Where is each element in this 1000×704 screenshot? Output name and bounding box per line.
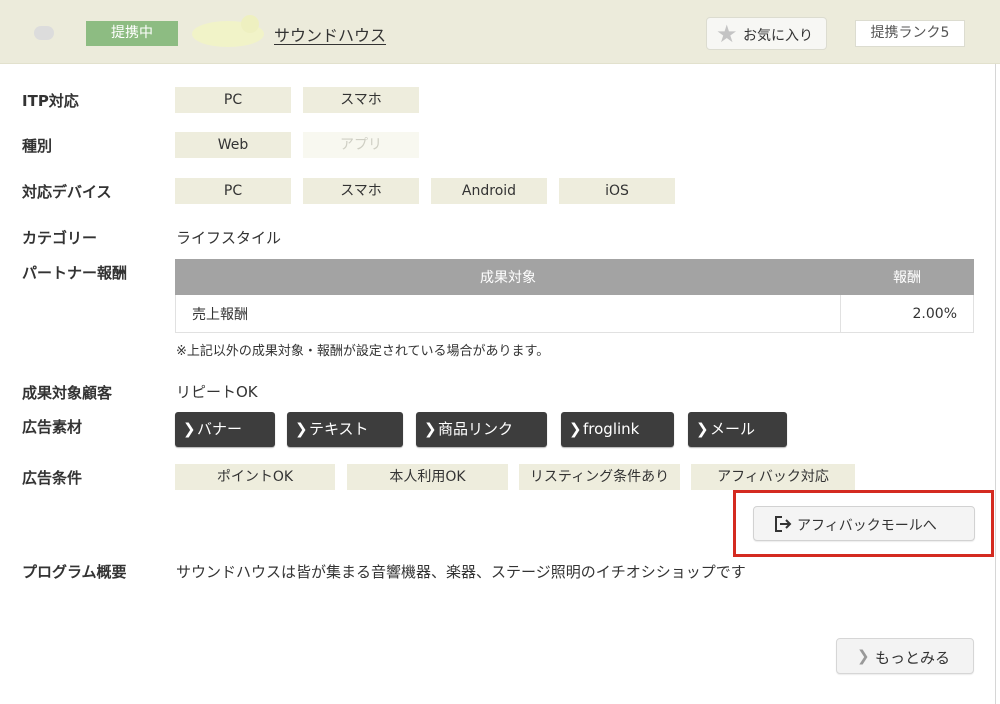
program-header: 提携中 サウンドハウス ★ お気に入り 提携ランク5 (0, 0, 1000, 64)
overview-text: サウンドハウスは皆が集まる音響機器、楽器、ステージ照明のイチオシショップです (176, 563, 746, 581)
reward-note: ※上記以外の成果対象・報酬が設定されている場合があります。 (176, 344, 550, 359)
type-tag-app: アプリ (303, 132, 419, 158)
device-tag: スマホ (303, 178, 419, 204)
see-more-button[interactable]: ❯ もっとみる (836, 638, 974, 674)
material-button-mail[interactable]: ❯ メール (688, 412, 787, 447)
advertiser-link[interactable]: サウンドハウス (274, 22, 386, 46)
category-value: ライフスタイル (176, 229, 282, 247)
see-more-label: もっとみる (875, 649, 951, 667)
button-label: 商品リンク (438, 420, 514, 438)
customers-value: リピートOK (176, 383, 258, 401)
favorite-button[interactable]: ★ お気に入り (706, 17, 827, 50)
material-button-banner[interactable]: ❯ バナー (175, 412, 275, 447)
button-label: froglink (583, 420, 640, 438)
button-label: メール (710, 420, 756, 438)
material-button-text[interactable]: ❯ テキスト (287, 412, 403, 447)
material-button-froglink[interactable]: ❯ froglink (561, 412, 674, 447)
device-tag: PC (175, 178, 291, 204)
type-tag-web: Web (175, 132, 291, 158)
reward-rate-cell: 2.00% (840, 294, 974, 333)
reward-target-cell: 売上報酬 (175, 294, 841, 333)
chevron-right-icon: ❯ (183, 420, 196, 438)
reward-table: 成果対象 報酬 売上報酬 2.00% (175, 259, 974, 333)
condition-tag: アフィバック対応 (691, 464, 855, 490)
category-label: カテゴリー (22, 229, 98, 247)
material-button-product-link[interactable]: ❯ 商品リンク (416, 412, 547, 447)
type-label: 種別 (22, 137, 53, 155)
chevron-right-icon: ❯ (569, 420, 582, 438)
condition-tag: リスティング条件あり (519, 464, 680, 490)
column-header-target: 成果対象 (175, 259, 841, 295)
chevron-right-icon: ❯ (857, 647, 870, 665)
column-header-rate: 報酬 (840, 259, 974, 295)
materials-label: 広告素材 (22, 418, 83, 436)
overview-label: プログラム概要 (22, 563, 127, 581)
button-label: テキスト (309, 420, 369, 438)
condition-tag: ポイントOK (175, 464, 335, 490)
highlight-box (733, 490, 994, 557)
partner-rank-badge: 提携ランク5 (855, 20, 965, 47)
table-row: 売上報酬 2.00% (175, 294, 974, 333)
condition-tag: 本人利用OK (347, 464, 508, 490)
conditions-label: 広告条件 (22, 469, 83, 487)
chevron-right-icon: ❯ (696, 420, 709, 438)
device-tag: Android (431, 178, 547, 204)
favorite-label: お気に入り (743, 28, 813, 44)
status-badge: 提携中 (86, 21, 178, 46)
itp-tag: スマホ (303, 87, 419, 113)
reward-label: パートナー報酬 (22, 264, 128, 282)
device-tag: iOS (559, 178, 675, 204)
panel-border (995, 64, 996, 704)
button-label: バナー (197, 420, 243, 438)
advertiser-logo (192, 15, 264, 47)
customers-label: 成果対象顧客 (22, 384, 113, 402)
devices-label: 対応デバイス (22, 183, 112, 201)
itp-label: ITP対応 (22, 92, 79, 110)
star-icon: ★ (716, 20, 738, 48)
itp-tag: PC (175, 87, 291, 113)
chevron-right-icon: ❯ (295, 420, 308, 438)
chevron-right-icon: ❯ (424, 420, 437, 438)
select-radio[interactable] (34, 26, 54, 40)
